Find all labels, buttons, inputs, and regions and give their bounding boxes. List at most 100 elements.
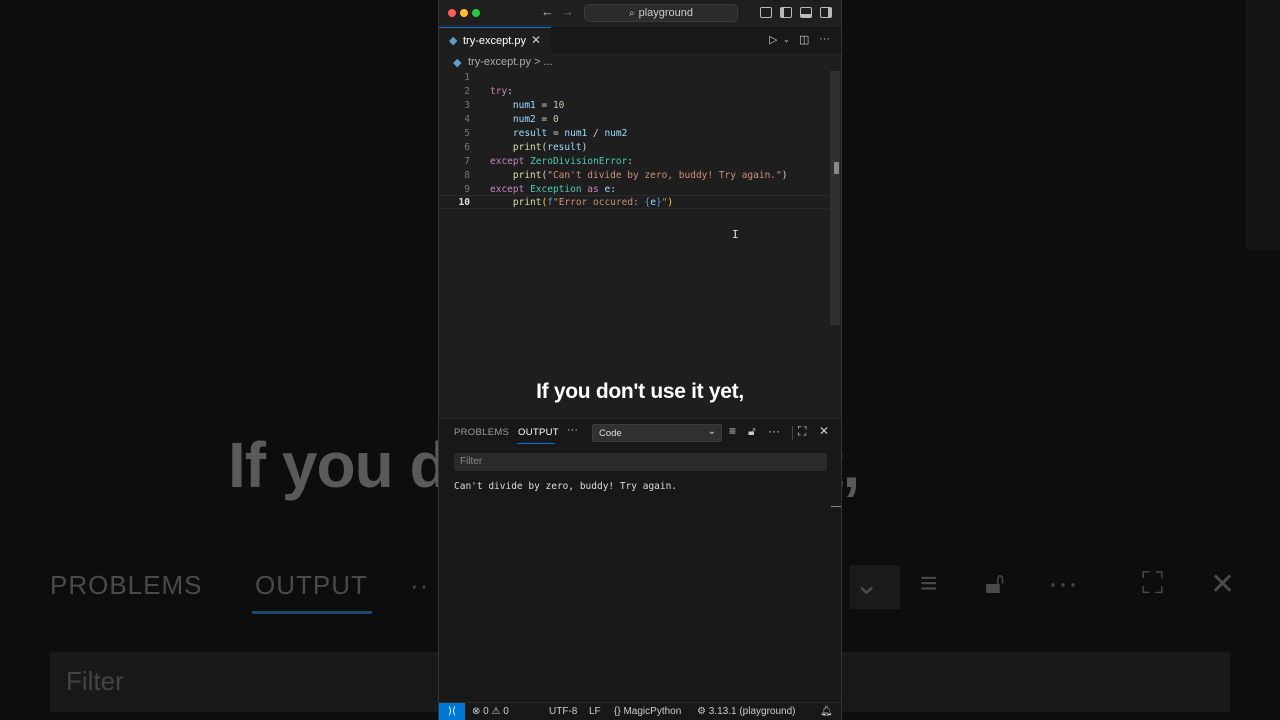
remote-indicator[interactable]: ⟩⟨ xyxy=(439,703,465,720)
status-bar: ⟩⟨ ⊗ 0 ⚠ 0 UTF-8 LF {} MagicPython ⚙ 3.1… xyxy=(439,702,841,720)
python-file-icon: ◆ xyxy=(449,35,458,47)
maximize-icon: ⛶ xyxy=(1142,567,1163,600)
background-output-tab: OUTPUT xyxy=(255,570,368,600)
chevron-down-icon: ⌄ xyxy=(707,426,716,437)
close-panel-icon[interactable]: ✕ xyxy=(819,424,829,438)
back-arrow-icon[interactable]: ← xyxy=(541,4,554,19)
interpreter-indicator[interactable]: ⚙ 3.13.1 (playground) xyxy=(697,706,795,717)
line-number: 4 xyxy=(464,114,470,125)
run-options-chevron-icon[interactable]: ⌄ xyxy=(783,35,790,44)
background-panel-icons: ⌄ ≡ 🔓︎ ··· ⛶ ✕ xyxy=(850,565,1250,609)
filter-input[interactable]: Filter xyxy=(454,453,827,471)
background-problems-tab: PROBLEMS xyxy=(50,570,203,600)
line-number: 2 xyxy=(464,86,470,97)
chevron-down-icon: ⌄ xyxy=(854,568,880,601)
code-text: except Exception as e: xyxy=(490,184,616,195)
code-text: except ZeroDivisionError: xyxy=(490,156,634,167)
text-cursor-icon: I xyxy=(732,228,739,241)
breadcrumb-path[interactable]: try-except.py > ... xyxy=(468,56,553,68)
breadcrumb: ◆ try-except.py > ... xyxy=(439,53,841,71)
code-line: 7 except ZeroDivisionError: xyxy=(439,155,829,169)
line-number: 5 xyxy=(464,128,470,139)
code-line: 5 result = num1 / num2 xyxy=(439,127,829,141)
output-channel-select[interactable]: Code ⌄ xyxy=(592,424,722,442)
output-scroll-marker xyxy=(831,506,841,507)
close-window-button[interactable] xyxy=(448,9,456,17)
tab-output[interactable]: OUTPUT xyxy=(518,427,559,438)
split-editor-icon[interactable]: ◫ xyxy=(799,33,809,46)
lock-icon: 🔓︎ xyxy=(985,567,1005,600)
zoom-window-button[interactable] xyxy=(472,9,480,17)
panel-more-tabs-icon[interactable]: ··· xyxy=(567,424,578,436)
line-number: 9 xyxy=(464,184,470,195)
line-number: 3 xyxy=(464,100,470,111)
line-number: 7 xyxy=(464,156,470,167)
eol-indicator[interactable]: LF xyxy=(589,706,601,717)
tab-problems[interactable]: PROBLEMS xyxy=(454,427,509,438)
editor-tab-bar: ◆ try-except.py ✕ ▷ ⌄ ◫ ··· xyxy=(439,27,841,53)
code-line: 8 print("Can't divide by zero, buddy! Tr… xyxy=(439,169,829,183)
error-icon: ⊗ xyxy=(472,706,481,717)
code-line: 3 num1 = 10 xyxy=(439,99,829,113)
background-more-tab: ·· xyxy=(410,570,430,600)
filter-placeholder: Filter xyxy=(460,456,483,467)
close-icon: ✕ xyxy=(1210,568,1236,601)
run-python-file-icon[interactable]: ▷ xyxy=(769,33,777,46)
maximize-panel-icon[interactable]: ⛶ xyxy=(798,424,806,439)
forward-arrow-icon[interactable]: → xyxy=(561,4,574,19)
more-icon: ··· xyxy=(1048,567,1078,600)
bottom-panel: PROBLEMS OUTPUT ··· Code ⌄ ≡ 🔓︎ ··· ⛶ ✕ … xyxy=(439,418,841,702)
code-text: try: xyxy=(490,86,513,97)
window-title: playground xyxy=(638,7,694,19)
background-filter-label: Filter xyxy=(66,666,124,696)
line-number: 8 xyxy=(464,170,470,181)
line-number: 6 xyxy=(464,142,470,153)
clear-output-icon: ≡ xyxy=(920,567,938,600)
python-file-icon: ◆ xyxy=(453,57,462,69)
code-text: num1 = 10 xyxy=(512,100,565,111)
panel-separator xyxy=(792,426,793,440)
editor-scrollbar[interactable] xyxy=(830,71,840,325)
code-text: result = num1 / num2 xyxy=(512,128,628,139)
video-caption: If you don't use it yet, xyxy=(536,380,744,403)
toggle-panel-icon[interactable] xyxy=(800,7,812,18)
lock-scroll-icon[interactable]: 🔓︎ xyxy=(748,424,756,439)
tab-try-except-py[interactable]: ◆ try-except.py ✕ xyxy=(439,27,551,53)
line-number: 10 xyxy=(458,197,470,208)
editor-scroll-marker xyxy=(834,162,839,174)
background-strip xyxy=(1246,0,1280,250)
title-bar: ← → ⌕ playground xyxy=(439,0,841,26)
code-line: 2 try: xyxy=(439,85,829,99)
code-text: print("Can't divide by zero, buddy! Try … xyxy=(512,170,788,181)
python-env-icon: ⚙ xyxy=(697,706,706,717)
code-text: print(f"Error occured: {e}") xyxy=(512,197,674,208)
active-tab-underline xyxy=(517,443,555,444)
problems-indicator[interactable]: ⊗ 0 ⚠ 0 xyxy=(472,706,509,717)
clear-output-icon[interactable]: ≡ xyxy=(729,424,736,438)
braces-icon: {} xyxy=(614,706,621,717)
editor-more-actions-icon[interactable]: ··· xyxy=(819,33,830,45)
encoding-indicator[interactable]: UTF-8 xyxy=(549,706,577,717)
output-text: Can't divide by zero, buddy! Try again. xyxy=(454,481,678,492)
minimize-window-button[interactable] xyxy=(460,9,468,17)
panel-more-actions-icon[interactable]: ··· xyxy=(768,424,780,438)
tab-filename: try-except.py xyxy=(463,35,526,47)
output-channel-value: Code xyxy=(599,428,622,439)
toggle-primary-sidebar-icon[interactable] xyxy=(780,7,792,18)
code-line: 4 num2 = 0 xyxy=(439,113,829,127)
background-tab-underline xyxy=(252,611,372,614)
vscode-window: ← → ⌕ playground ◆ try-except.py ✕ ▷ ⌄ ◫ … xyxy=(438,0,842,720)
toggle-secondary-sidebar-icon[interactable] xyxy=(820,7,832,18)
code-line-current: 10 print(f"Error occured: {e}") xyxy=(439,195,829,209)
warning-icon: ⚠ xyxy=(491,706,501,717)
tab-close-icon[interactable]: ✕ xyxy=(531,33,541,47)
search-icon: ⌕ xyxy=(628,8,635,19)
line-number: 1 xyxy=(464,72,470,83)
customize-layout-icon[interactable] xyxy=(760,7,772,18)
code-text: num2 = 0 xyxy=(512,114,559,125)
code-editor[interactable]: 1 2 try: 3 num1 = 10 4 num2 = 0 5 result… xyxy=(439,71,841,418)
command-center-search[interactable]: ⌕ playground xyxy=(584,4,738,22)
bell-icon[interactable]: 🔔︎ xyxy=(820,706,833,717)
language-indicator[interactable]: {} MagicPython xyxy=(614,706,681,717)
code-text: print(result) xyxy=(512,142,588,153)
